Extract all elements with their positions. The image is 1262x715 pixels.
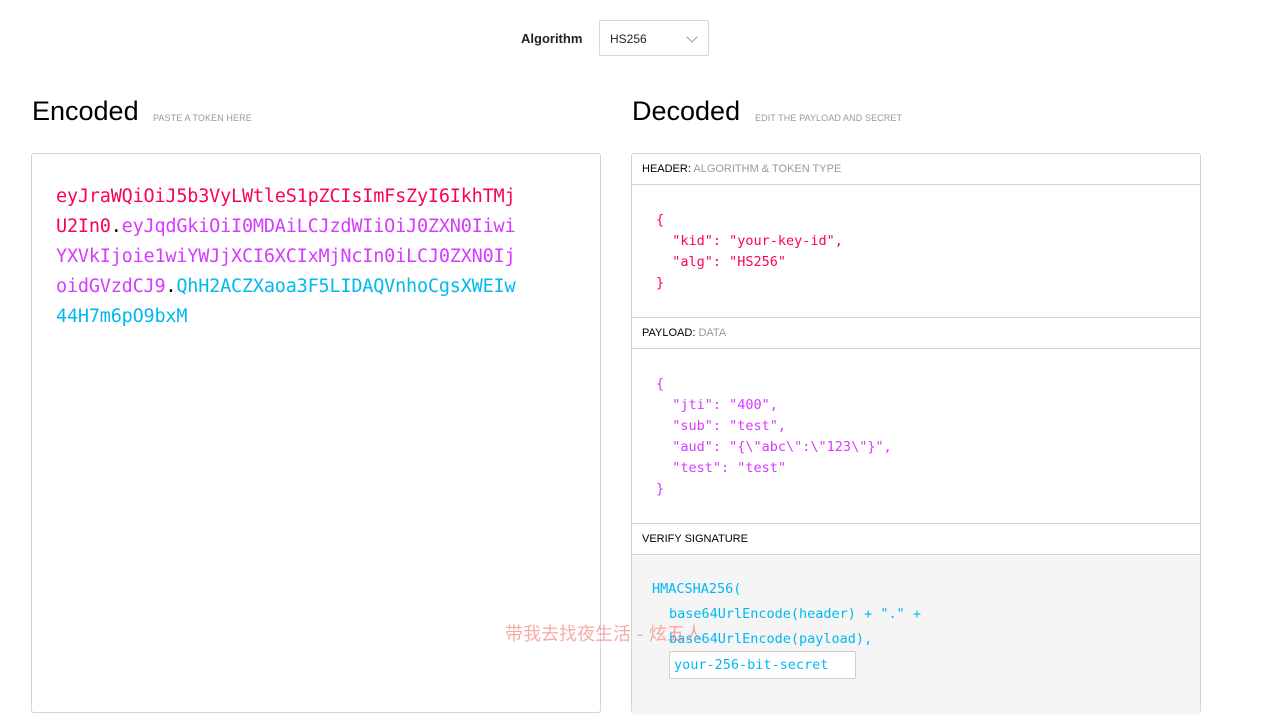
- hmac-line-header: base64UrlEncode(header) + "." +: [669, 606, 921, 622]
- decoded-panel: HEADER: ALGORITHM & TOKEN TYPE { "kid": …: [631, 153, 1201, 715]
- algorithm-selected-value: HS256: [610, 32, 647, 46]
- payload-section-desc: DATA: [698, 327, 727, 339]
- token-dot: .: [165, 276, 177, 297]
- payload-section-head: PAYLOAD: DATA: [632, 318, 1200, 349]
- chevron-down-icon: [686, 31, 698, 43]
- encoded-hint: PASTE A TOKEN HERE: [153, 113, 252, 123]
- payload-section-label: PAYLOAD:: [642, 327, 696, 339]
- hmac-function-label: HMACSHA256(: [652, 581, 742, 597]
- token-dot: .: [110, 216, 122, 237]
- watermark-text: 带我去找夜生活 - 炫五人: [505, 624, 703, 645]
- algorithm-bar: Algorithm HS256: [0, 20, 1262, 58]
- verify-section-head: VERIFY SIGNATURE: [632, 524, 1200, 555]
- header-section-desc: ALGORITHM & TOKEN TYPE: [693, 163, 842, 175]
- header-json-editor[interactable]: { "kid": "your-key-id", "alg": "HS256" }: [656, 210, 843, 294]
- algorithm-label: Algorithm: [521, 31, 583, 46]
- payload-json-editor[interactable]: { "jti": "400", "sub": "test", "aud": "{…: [656, 374, 892, 500]
- verify-section-label: VERIFY SIGNATURE: [642, 533, 748, 545]
- header-section-head: HEADER: ALGORITHM & TOKEN TYPE: [632, 154, 1200, 185]
- encoded-title: Encoded: [32, 96, 139, 126]
- decoded-title: Decoded: [632, 96, 741, 126]
- decoded-hint: EDIT THE PAYLOAD AND SECRET: [755, 113, 903, 123]
- header-section-label: HEADER:: [642, 163, 691, 175]
- verify-signature-area: HMACSHA256( base64UrlEncode(header) + ".…: [632, 555, 1200, 715]
- token-text: eyJraWQiOiJ5b3VyLWtleS1pZCIsImFsZyI6IkhT…: [56, 182, 526, 332]
- algorithm-select[interactable]: HS256: [599, 20, 709, 56]
- secret-input[interactable]: your-256-bit-secret: [669, 651, 856, 679]
